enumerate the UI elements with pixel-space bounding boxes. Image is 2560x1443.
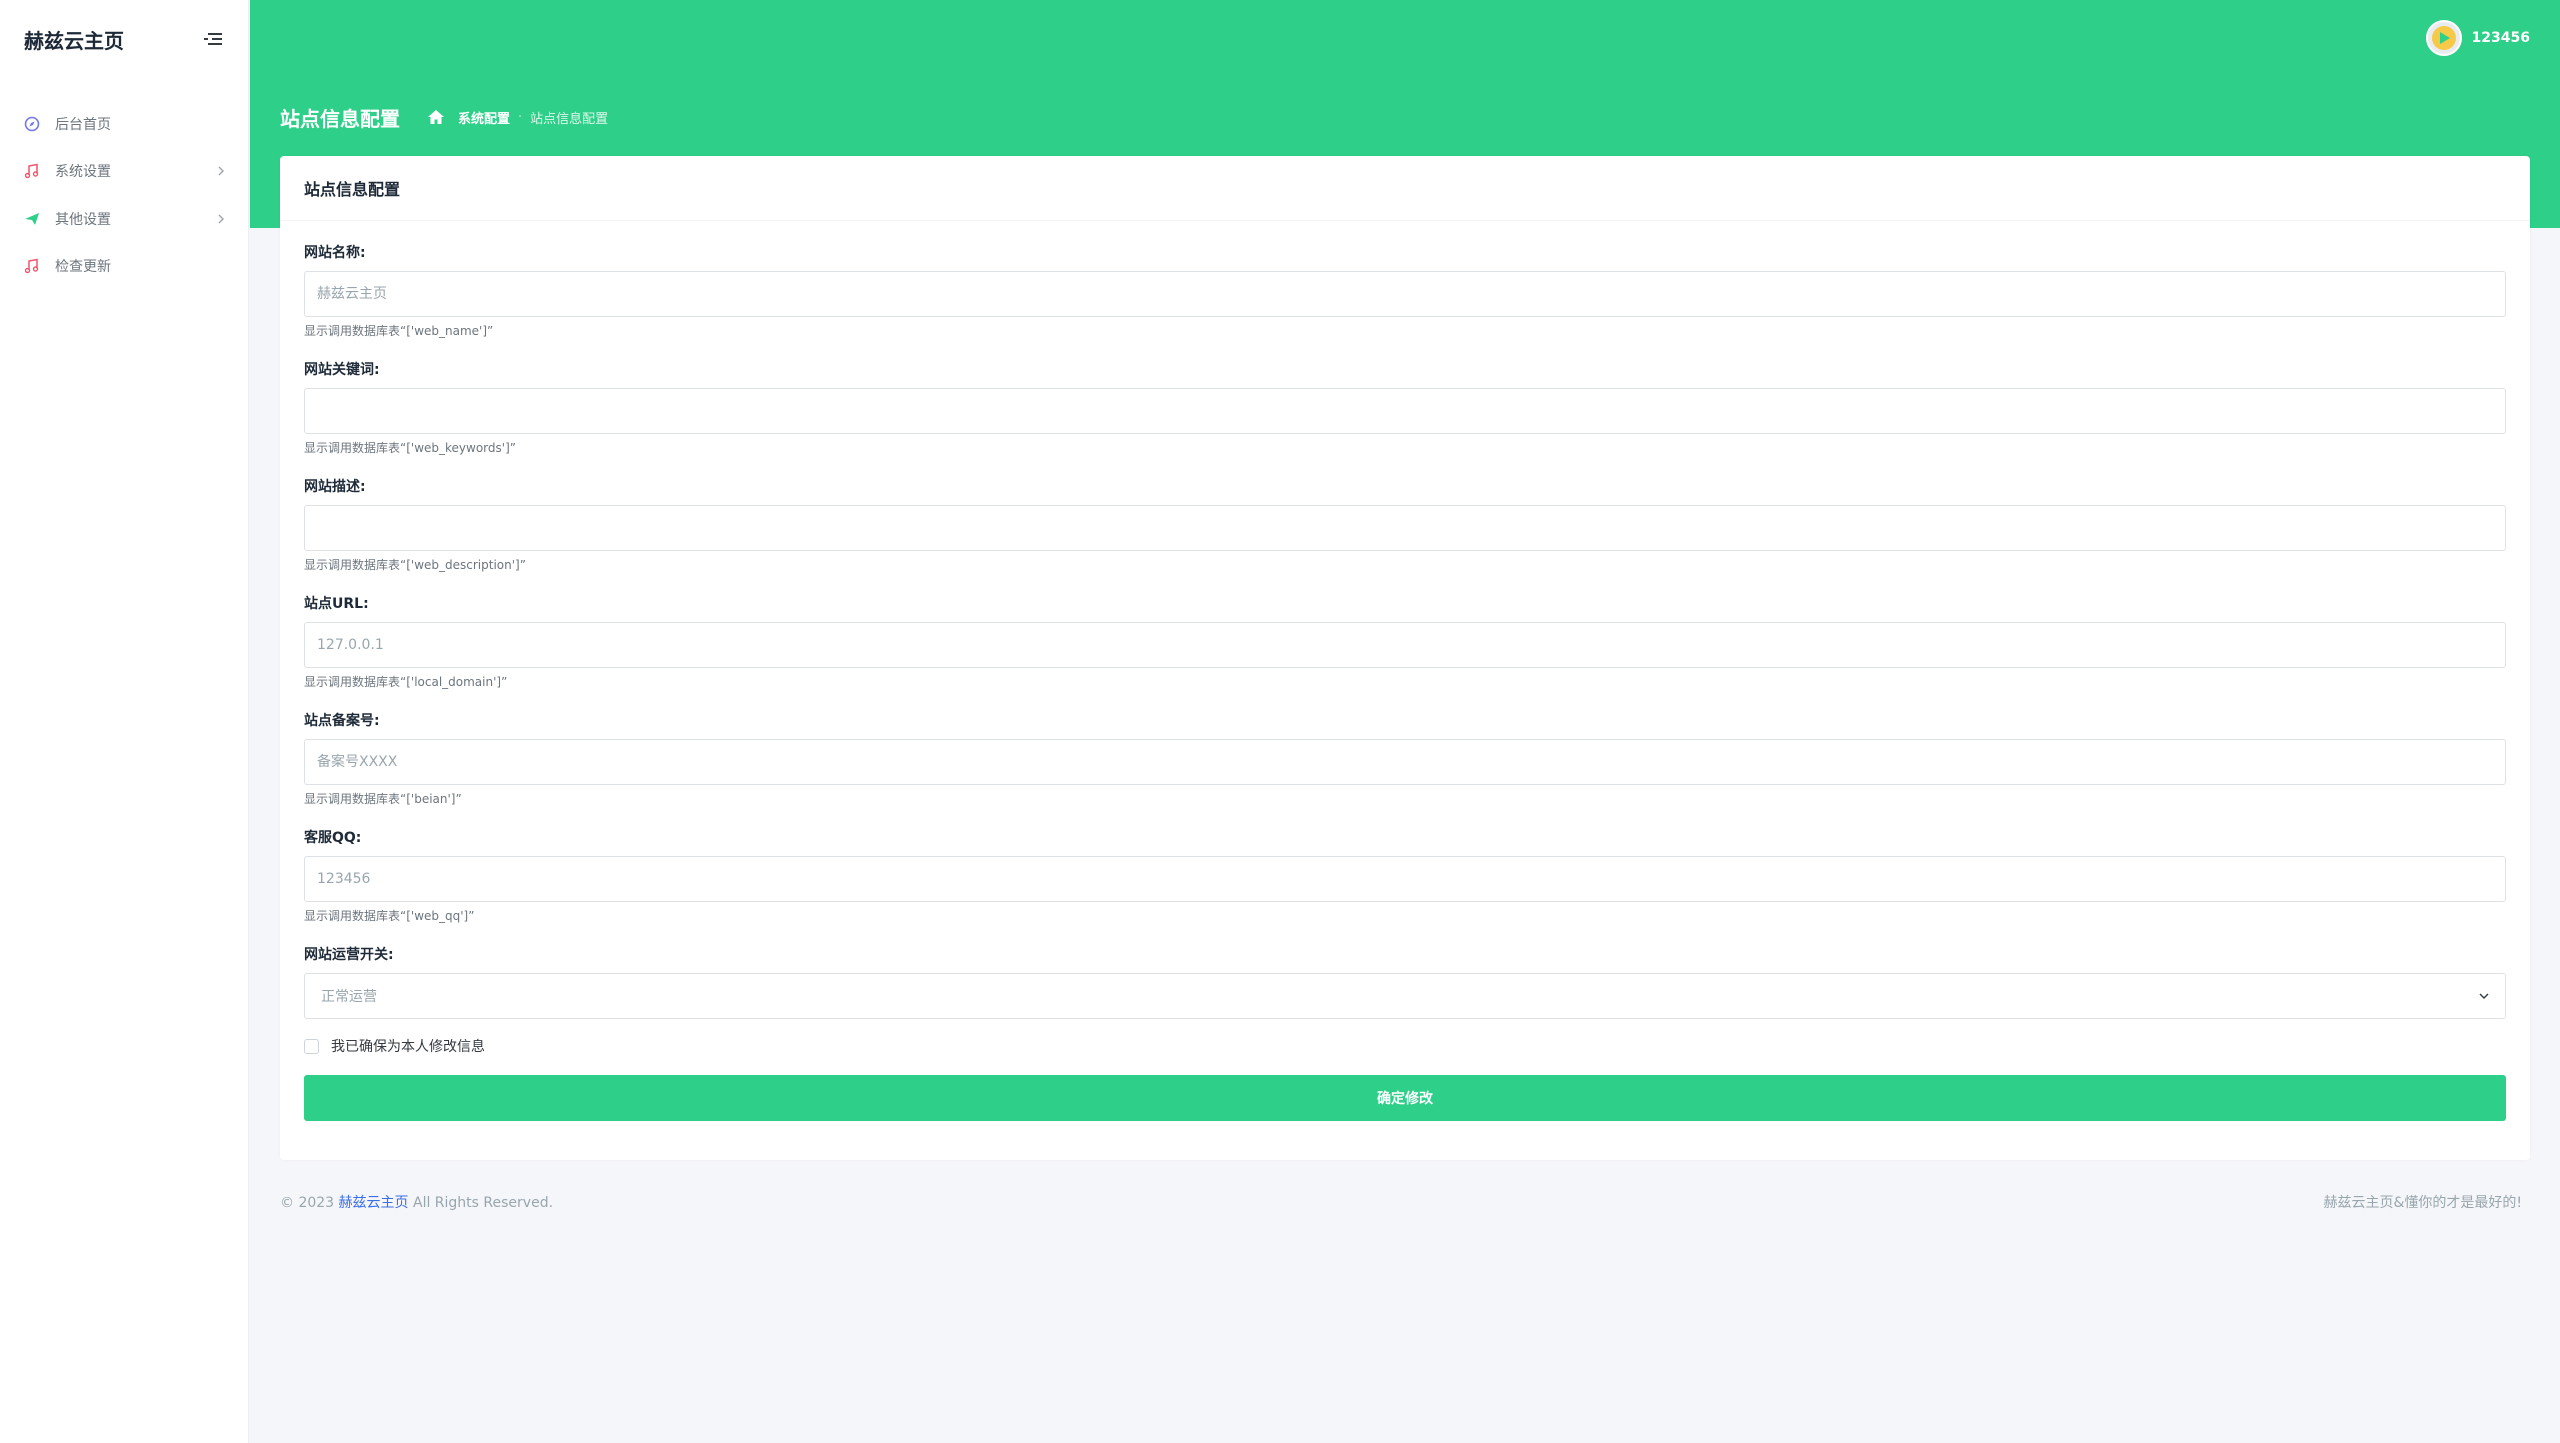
chevron-right-icon [216, 166, 226, 176]
user-menu[interactable]: 123456 [2425, 20, 2530, 56]
field-site-keywords: 网站关键词: 显示调用数据库表“['web_keywords']” [304, 360, 2506, 477]
field-service-qq: 客服QQ: 显示调用数据库表“['web_qq']” [304, 828, 2506, 945]
breadcrumb-current: 站点信息配置 [530, 111, 609, 127]
copyright-suffix: All Rights Reserved. [413, 1195, 554, 1211]
footer-right-text: 赫兹云主页&懂你的才是最好的! [2323, 1195, 2522, 1211]
site-status-select[interactable]: 正常运营 [304, 973, 2506, 1019]
field-help: 显示调用数据库表“['web_qq']” [304, 909, 475, 923]
settings-form: 网站名称: 显示调用数据库表“['web_name']” 网站关键词: 显示调用… [280, 221, 2530, 1121]
field-site-name: 网站名称: 显示调用数据库表“['web_name']” [304, 243, 2506, 360]
chevron-down-icon [2479, 988, 2489, 1004]
card-header: 站点信息配置 [280, 156, 2530, 221]
confirm-checkbox[interactable] [304, 1038, 319, 1054]
confirm-row: 我已确保为本人修改信息 [304, 1037, 2506, 1055]
site-description-input[interactable] [304, 505, 2506, 551]
beian-input[interactable] [304, 739, 2506, 785]
site-name-input[interactable] [304, 271, 2506, 317]
page-title-row: 站点信息配置 系统配置 · 站点信息配置 [280, 100, 608, 134]
field-help: 显示调用数据库表“['web_description']” [304, 558, 526, 572]
footer-brand-link[interactable]: 赫兹云主页 [339, 1195, 409, 1211]
sidebar-item-label: 检查更新 [55, 259, 111, 276]
field-label: 网站描述: [304, 479, 366, 495]
username: 123456 [2471, 30, 2530, 46]
sidebar-item-system-settings[interactable]: 系统设置 [0, 148, 248, 196]
field-label: 客服QQ: [304, 830, 362, 846]
sidebar-nav: 后台首页 系统设置 其他设置 检查更新 [0, 100, 248, 290]
avatar [2425, 20, 2462, 56]
submit-button[interactable]: 确定修改 [304, 1075, 2506, 1121]
field-label: 网站关键词: [304, 362, 380, 378]
breadcrumb-separator: · [518, 109, 523, 125]
field-label: 网站运营开关: [304, 947, 394, 963]
sidebar-item-label: 其他设置 [55, 211, 111, 228]
page-title: 站点信息配置 [280, 106, 400, 131]
footer-copyright: © 2023 赫兹云主页 All Rights Reserved. [280, 1192, 553, 1212]
field-site-url: 站点URL: 显示调用数据库表“['local_domain']” [304, 594, 2506, 711]
sidebar-item-label: 系统设置 [55, 164, 111, 181]
field-site-description: 网站描述: 显示调用数据库表“['web_description']” [304, 477, 2506, 594]
brand-bar: 赫兹云主页 [0, 0, 248, 78]
field-label: 网站名称: [304, 245, 366, 261]
chevron-right-icon [216, 214, 226, 224]
breadcrumb-parent[interactable]: 系统配置 [458, 108, 510, 127]
field-site-status: 网站运营开关: 正常运营 [304, 945, 2506, 1019]
music-note-icon [24, 258, 40, 274]
topbar: 123456 [250, 0, 2560, 78]
field-label: 站点备案号: [304, 713, 380, 729]
paper-plane-icon [24, 211, 40, 227]
field-help: 显示调用数据库表“['beian']” [304, 792, 462, 806]
sidebar-item-other-settings[interactable]: 其他设置 [0, 195, 248, 243]
sidebar: 赫兹云主页 后台首页 系统设置 其他设置 检查更新 [0, 0, 249, 1443]
select-value: 正常运营 [321, 989, 377, 1005]
sidebar-item-label: 后台首页 [55, 116, 111, 133]
card-title: 站点信息配置 [304, 180, 401, 199]
sidebar-item-check-update[interactable]: 检查更新 [0, 243, 248, 291]
field-label: 站点URL: [304, 596, 369, 612]
copyright-prefix: © 2023 [280, 1195, 335, 1211]
music-note-icon [24, 163, 40, 179]
brand-title: 赫兹云主页 [24, 28, 124, 53]
home-icon[interactable] [428, 109, 444, 125]
field-help: 显示调用数据库表“['web_keywords']” [304, 441, 516, 455]
service-qq-input[interactable] [304, 856, 2506, 902]
menu-toggle-icon[interactable] [202, 27, 226, 51]
dashboard-icon [24, 116, 40, 132]
field-help: 显示调用数据库表“['local_domain']” [304, 675, 508, 689]
sidebar-item-dashboard[interactable]: 后台首页 [0, 100, 248, 148]
confirm-label: 我已确保为本人修改信息 [331, 1039, 485, 1055]
field-help: 显示调用数据库表“['web_name']” [304, 324, 494, 338]
site-url-input[interactable] [304, 622, 2506, 668]
settings-card: 站点信息配置 网站名称: 显示调用数据库表“['web_name']” 网站关键… [280, 156, 2530, 1160]
site-keywords-input[interactable] [304, 388, 2506, 434]
footer: © 2023 赫兹云主页 All Rights Reserved. 赫兹云主页&… [280, 1192, 2522, 1212]
field-beian: 站点备案号: 显示调用数据库表“['beian']” [304, 711, 2506, 828]
